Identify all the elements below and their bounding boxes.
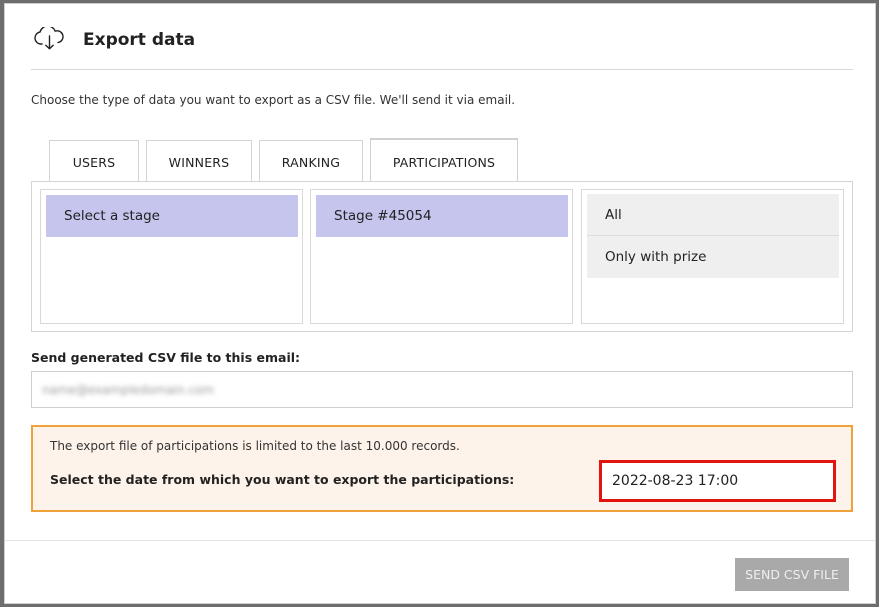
option-all[interactable]: All [587,194,839,236]
stage-item-list: Stage #45054 [310,189,573,324]
email-value: name@exampledomain.com [42,382,215,397]
export-type-tabs: USERS WINNERS RANKING PARTICIPATIONS [49,137,525,184]
option-only-with-prize[interactable]: Only with prize [587,236,839,278]
dialog-title: Export data [83,29,196,50]
option-select-a-stage[interactable]: Select a stage [46,195,298,237]
email-field[interactable]: name@exampledomain.com [31,371,853,408]
send-csv-button[interactable]: SEND CSV FILE [735,558,849,591]
selection-panel: Select a stage Stage #45054 All Only wit… [31,181,853,332]
stage-select-list: Select a stage [40,189,303,324]
email-field-label: Send generated CSV file to this email: [31,350,301,365]
tab-users[interactable]: USERS [49,140,139,183]
option-stage-45054[interactable]: Stage #45054 [316,195,568,237]
tab-ranking[interactable]: RANKING [259,140,363,183]
participations-notice: The export file of participations is lim… [31,425,853,512]
dialog-header: Export data [31,18,853,70]
export-data-dialog: Export data Choose the type of data you … [4,3,876,604]
date-from-input[interactable]: 2022-08-23 17:00 [599,460,836,502]
footer-divider [5,540,875,541]
date-field-label: Select the date from which you want to e… [50,472,515,487]
dialog-description: Choose the type of data you want to expo… [31,93,516,107]
cloud-download-icon [33,24,67,53]
tab-participations[interactable]: PARTICIPATIONS [370,138,518,184]
tab-winners[interactable]: WINNERS [146,140,252,183]
participation-filter-list: All Only with prize [581,189,844,324]
records-limit-text: The export file of participations is lim… [50,439,460,453]
